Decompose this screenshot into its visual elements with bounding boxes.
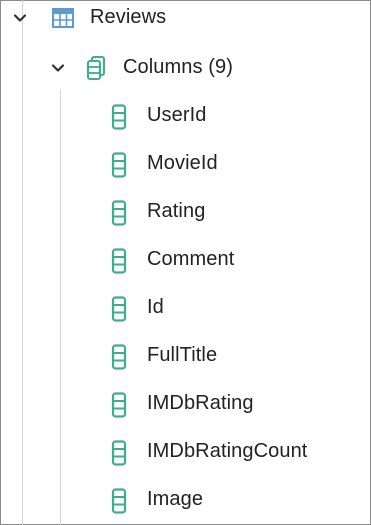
column-name-label: Image [147, 488, 204, 510]
table-name-label: Reviews [90, 6, 167, 28]
column-name-label: IMDbRating [147, 392, 254, 414]
tree-node-column[interactable]: IMDbRatingCount [0, 438, 371, 466]
tree-node-column[interactable]: Comment [0, 246, 371, 274]
columns-folder-label: Columns (9) [123, 56, 234, 78]
column-icon [111, 488, 127, 520]
column-icon [111, 152, 127, 184]
tree-node-columns-folder[interactable]: Columns (9) [0, 54, 371, 82]
column-name-label: FullTitle [147, 344, 218, 366]
tree-node-column[interactable]: IMDbRating [0, 390, 371, 418]
tree-node-column[interactable]: MovieId [0, 150, 371, 178]
column-name-label: UserId [147, 104, 207, 126]
column-name-label: IMDbRatingCount [147, 440, 308, 462]
tree-node-column[interactable]: Rating [0, 198, 371, 226]
tree-node-column[interactable]: Id [0, 294, 371, 322]
tree-node-column[interactable]: UserId [0, 102, 371, 130]
column-icon [111, 200, 127, 232]
tree-node-column[interactable]: Image [0, 486, 371, 514]
tree-node-column[interactable]: FullTitle [0, 342, 371, 370]
column-icon [111, 440, 127, 472]
column-icon [111, 344, 127, 376]
column-name-label: MovieId [147, 152, 218, 174]
chevron-down-icon[interactable] [12, 10, 28, 26]
column-name-label: Rating [147, 200, 206, 222]
column-icon [111, 392, 127, 424]
chevron-down-icon[interactable] [50, 60, 66, 76]
column-icon [111, 296, 127, 328]
column-icon [111, 248, 127, 280]
table-icon [52, 8, 74, 34]
columns-icon [86, 56, 106, 86]
column-icon [111, 104, 127, 136]
tree-node-table-reviews[interactable]: Reviews [0, 4, 371, 32]
column-name-label: Comment [147, 248, 235, 270]
column-name-label: Id [147, 296, 164, 318]
